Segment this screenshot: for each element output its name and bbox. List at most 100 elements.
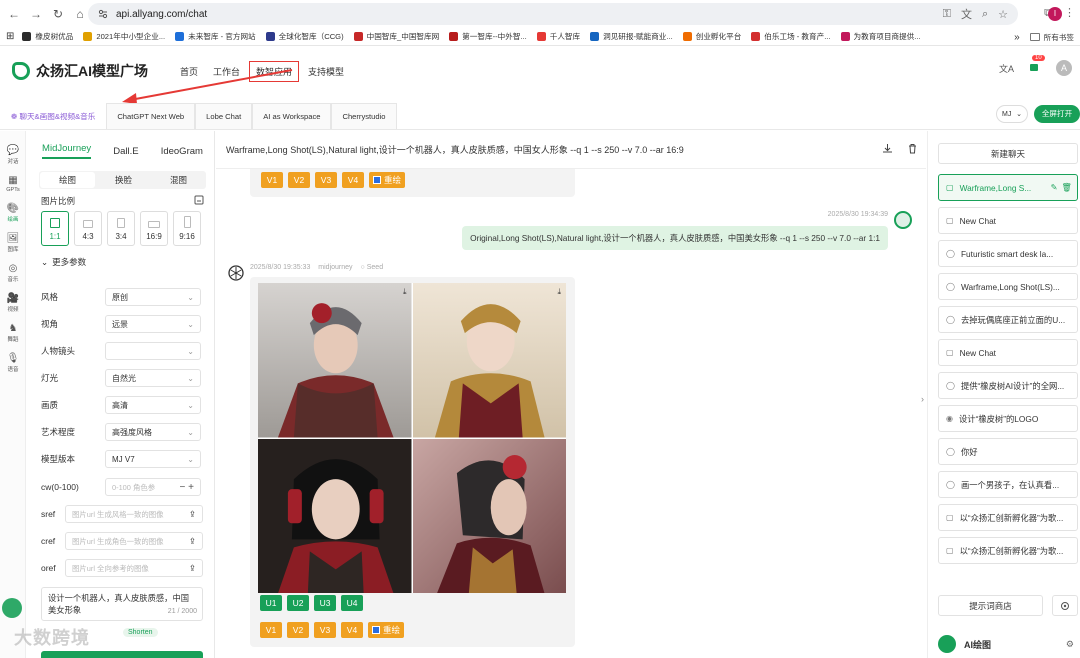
tab-item[interactable]: ❁ 聊天&画图&视频&音乐 (0, 103, 107, 129)
tab-item[interactable]: Cherrystudio (331, 103, 397, 129)
ratio-option[interactable]: 16:9 (140, 211, 168, 246)
variation-button[interactable]: V1 (260, 622, 282, 638)
upload-icon[interactable]: ⇪ (189, 563, 196, 574)
generated-image-1[interactable]: ⤓ (258, 283, 412, 438)
conversation-item[interactable]: ▢ 以“众扬汇创新孵化器”为歌... (938, 537, 1078, 564)
variation-button[interactable]: V1 (261, 172, 283, 188)
mode-tab[interactable]: 混图 (151, 172, 206, 188)
generated-image-3[interactable] (258, 438, 412, 593)
param-select[interactable]: 高强度风格 ⌄ (105, 423, 201, 441)
prompt-shop-button[interactable]: 提示词商店 (938, 595, 1043, 616)
delete-icon[interactable] (907, 143, 918, 156)
bookmark-item[interactable]: 第一智库--中外智... (449, 31, 527, 42)
mode-tab[interactable]: 绘图 (40, 172, 95, 188)
ratio-option[interactable]: 9:16 (173, 211, 201, 246)
all-bookmarks[interactable]: » 所有书签 (1008, 28, 1074, 45)
forward-icon[interactable]: → (28, 6, 44, 22)
settings-icon[interactable] (1052, 595, 1078, 616)
star-icon[interactable]: ☆ (998, 8, 1008, 21)
minus-icon[interactable]: − (180, 482, 186, 493)
conversation-item[interactable]: ◯ 去掉玩偶底座正前立面的U... (938, 306, 1078, 333)
ratio-option[interactable]: 3:4 (107, 211, 135, 246)
home-icon[interactable]: ⌂ (72, 6, 88, 22)
mode-tab[interactable]: 换脸 (96, 172, 151, 188)
ratio-option[interactable]: 1:1 (41, 211, 69, 246)
bookmark-item[interactable]: 为教育项目商提供... (840, 31, 921, 42)
save-params-icon[interactable] (194, 195, 204, 207)
language-icon[interactable]: 文A (999, 62, 1014, 75)
download-icon[interactable] (882, 143, 893, 156)
bookmark-item[interactable]: 橡皮树优品 (22, 31, 73, 42)
new-chat-button[interactable]: 新建聊天 (938, 143, 1078, 164)
rail-item[interactable]: 🎥 视频 (0, 293, 26, 313)
apps-icon[interactable]: ⊞ (6, 31, 14, 42)
assistant-logo-icon[interactable] (2, 598, 22, 618)
plus-icon[interactable]: + (188, 482, 194, 493)
conversation-item[interactable]: ◯ Warframe,Long Shot(LS)... (938, 273, 1078, 300)
upscale-button[interactable]: U2 (287, 595, 309, 611)
bookmark-item[interactable]: 2021年中小型企业... (83, 31, 165, 42)
upscale-button[interactable]: U3 (314, 595, 336, 611)
address-bar[interactable]: api.allyang.com/chat ⚿ 文 ⌕ ☆ (88, 3, 1018, 25)
generated-image-2[interactable]: ⤓ (412, 283, 566, 438)
nav-item[interactable]: 支持模型 (302, 62, 350, 81)
menu-icon[interactable]: ⋮ (1064, 6, 1075, 19)
variation-button[interactable]: V2 (287, 622, 309, 638)
download-icon[interactable]: ⤓ (557, 287, 561, 297)
conversation-item[interactable]: ◯ 你好 (938, 438, 1078, 465)
conversation-item[interactable]: ▢ New Chat (938, 339, 1078, 366)
fullscreen-button[interactable]: 全屏打开 (1034, 105, 1080, 123)
prompt-textarea[interactable]: 设计一个机器人，真人皮肤质感，中国美女形象 21 / 2000 (41, 587, 203, 621)
variation-button[interactable]: V4 (341, 622, 363, 638)
back-icon[interactable]: ← (6, 6, 22, 22)
delete-icon[interactable]: 🗑 (1061, 182, 1072, 193)
upscale-button[interactable]: U1 (260, 595, 282, 611)
conversation-item[interactable]: ▢ New Chat (938, 207, 1078, 234)
bookmark-item[interactable]: 全球化智库（CCG) (265, 31, 344, 42)
oref-input[interactable]: 图片url 全向参考的图像 ⇪ (65, 559, 203, 577)
conversation-item[interactable]: ▢ Warframe,Long S... ✎ 🗑 (938, 174, 1078, 201)
user-avatar[interactable]: A (1056, 60, 1072, 76)
conversation-item[interactable]: ◉ 设计“橡皮树”的LOGO (938, 405, 1078, 432)
param-select[interactable]: 原创 ⌄ (105, 288, 201, 306)
rail-item[interactable]: 🎙 语音 (0, 353, 26, 373)
model-select[interactable]: MJ ⌄ (996, 105, 1028, 123)
key-icon[interactable]: ⚿ (943, 8, 951, 21)
variation-button[interactable]: V3 (315, 172, 337, 188)
generate-button[interactable] (41, 651, 203, 658)
shorten-button[interactable]: Shorten (123, 628, 158, 637)
param-select[interactable]: ⌄ (105, 342, 201, 360)
conversation-item[interactable]: ▢ 以“众扬汇创新孵化器”为歌... (938, 504, 1078, 531)
rail-item[interactable]: 🎨 绘画 (0, 203, 26, 223)
bookmark-item[interactable]: 创业孵化平台 (682, 31, 741, 42)
conversation-item[interactable]: ◯ 提供“橡皮树AI设计”的全网... (938, 372, 1078, 399)
rail-item[interactable]: 🖼 图库 (0, 233, 26, 253)
bookmark-item[interactable]: 伯乐工场 - 教育产... (751, 31, 831, 42)
bookmark-item[interactable]: 未来智库 - 官方网站 (175, 31, 256, 42)
upscale-button[interactable]: U4 (341, 595, 363, 611)
provider-tab[interactable]: Dall.E (113, 146, 138, 157)
rail-item[interactable]: ◎ 音乐 (0, 263, 26, 283)
tab-item[interactable]: Lobe Chat (195, 103, 253, 129)
bookmark-item[interactable]: 中国智库_中国智库网 (353, 31, 439, 42)
translate-icon[interactable]: 文 (961, 6, 972, 22)
bookmark-item[interactable]: 洞见研报-赋能商业... (590, 31, 673, 42)
conversation-item[interactable]: ◯ 画一个男孩子，在认真看... (938, 471, 1078, 498)
site-info-icon[interactable] (98, 9, 108, 19)
provider-tab[interactable]: IdeoGram (161, 146, 203, 157)
param-select[interactable]: MJ V7 ⌄ (105, 450, 201, 468)
redraw-button[interactable]: 重绘 (368, 622, 405, 638)
variation-button[interactable]: V4 (342, 172, 364, 188)
edit-icon[interactable]: ✎ (1051, 182, 1058, 193)
param-select[interactable]: 高清 ⌄ (105, 396, 201, 414)
variation-button[interactable]: V2 (288, 172, 310, 188)
gear-icon[interactable]: ⚙ (1066, 639, 1074, 650)
provider-tab[interactable]: MidJourney (42, 143, 92, 159)
upload-icon[interactable]: ⇪ (189, 509, 196, 520)
seed-label[interactable]: ○ Seed (361, 264, 384, 271)
rail-item[interactable]: 💬 对话 (0, 145, 26, 165)
redraw-button[interactable]: 重绘 (369, 172, 406, 188)
bookmark-item[interactable]: 千人智库 (536, 31, 580, 42)
zoom-icon[interactable]: ⌕ (982, 8, 988, 21)
more-params-toggle[interactable]: ⌄ 更多参数 (41, 256, 204, 268)
